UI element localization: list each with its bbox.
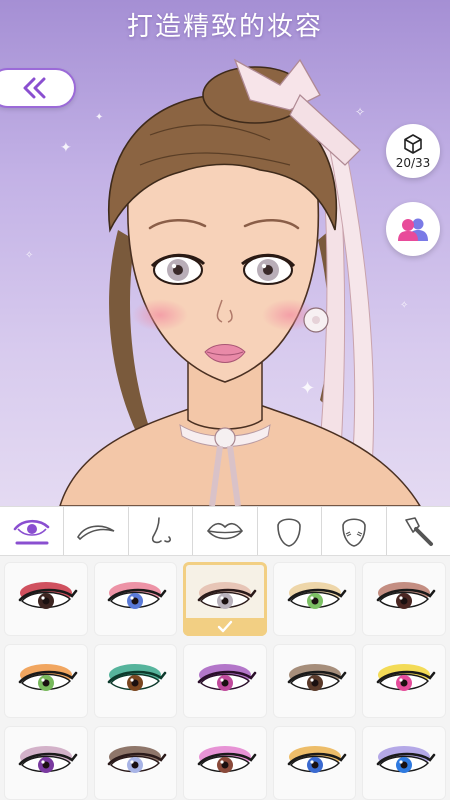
- eye-style-thumbnail: [287, 582, 346, 609]
- tab-eyebrows[interactable]: [64, 507, 129, 555]
- eye-style-thumbnail: [197, 582, 257, 609]
- eye-style-thumbnail: [108, 582, 167, 609]
- selected-check-icon: [183, 618, 267, 636]
- eye-style-option[interactable]: [93, 726, 178, 800]
- eye-style-option[interactable]: [183, 644, 267, 718]
- tab-lips[interactable]: [193, 507, 258, 555]
- eye-style-option[interactable]: [362, 726, 446, 800]
- eye-style-thumbnail: [108, 746, 167, 773]
- tab-nose[interactable]: [129, 507, 194, 555]
- eye-style-option[interactable]: [4, 644, 88, 718]
- eye-icon: [13, 519, 50, 545]
- eye-style-thumbnail: [18, 664, 78, 691]
- eye-style-option[interactable]: [93, 562, 178, 636]
- eye-style-thumbnail: [108, 664, 167, 691]
- cube-icon: [404, 133, 422, 154]
- eye-style-option[interactable]: [93, 644, 178, 718]
- feature-tabs: [0, 506, 450, 556]
- back-button[interactable]: [0, 68, 76, 108]
- eye-style-thumbnail: [18, 582, 78, 609]
- eye-style-option[interactable]: [4, 562, 88, 636]
- face-shape-icon: [277, 518, 302, 547]
- eye-style-grid: [0, 556, 450, 800]
- eye-style-thumbnail: [376, 664, 436, 691]
- page-title: 打造精致的妆容: [126, 12, 323, 42]
- eyebrow-icon: [77, 525, 115, 541]
- eye-style-thumbnail: [18, 746, 78, 773]
- tab-blush[interactable]: [322, 507, 387, 555]
- lips-icon: [206, 522, 243, 540]
- eye-style-option[interactable]: [272, 644, 357, 718]
- tab-face-shape[interactable]: [258, 507, 323, 555]
- eye-style-thumbnail: [376, 582, 436, 609]
- tab-eyes[interactable]: [0, 507, 65, 555]
- makeup-brush-icon: [405, 517, 434, 546]
- nose-icon: [151, 517, 171, 544]
- double-chevron-left-icon: [23, 77, 46, 99]
- eye-style-option[interactable]: [183, 562, 267, 636]
- eye-style-option[interactable]: [272, 726, 357, 800]
- eye-style-thumbnail: [376, 746, 436, 773]
- eye-style-option[interactable]: [4, 726, 88, 800]
- eye-style-thumbnail: [287, 746, 346, 773]
- style-counter-text: 20/33: [395, 155, 431, 170]
- eye-style-option[interactable]: [362, 562, 446, 636]
- friends-button[interactable]: [386, 202, 440, 256]
- eye-style-option[interactable]: [183, 726, 267, 800]
- style-counter-button[interactable]: 20/33: [386, 124, 440, 178]
- eye-style-thumbnail: [287, 664, 346, 691]
- blush-face-icon: [342, 518, 366, 547]
- eye-style-option[interactable]: [362, 644, 446, 718]
- eye-style-thumbnail: [197, 746, 257, 773]
- character-canvas: ✦ ✦ ✧ ✧ ✦ ✧ 打造精致的妆容 20/33: [0, 0, 450, 506]
- users-icon: [398, 218, 428, 241]
- tab-makeup-brush[interactable]: [387, 507, 450, 555]
- eye-style-thumbnail: [197, 664, 257, 691]
- eye-style-option[interactable]: [272, 562, 357, 636]
